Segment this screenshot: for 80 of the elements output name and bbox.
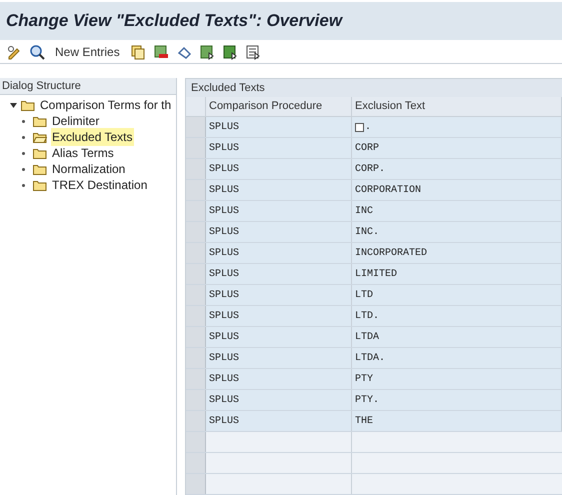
row-selector[interactable] [186,348,206,368]
cell-text: SPLUS [209,288,240,302]
folder-icon [33,180,47,190]
folder-icon [21,100,35,110]
row-selector[interactable] [186,474,206,494]
row-selector[interactable] [186,243,206,263]
cell-text: SPLUS [209,184,240,198]
row-selector[interactable] [186,180,206,200]
cell-text: INC. [355,226,380,240]
cell-text: SPLUS [209,204,240,218]
row-selector[interactable] [186,159,206,179]
deselect-all-icon[interactable] [244,44,261,60]
open-folder-icon [33,132,47,142]
folder-icon [33,148,47,158]
expand-triangle-icon[interactable] [10,102,17,108]
cell-text: SPLUS [209,394,240,408]
row-selector[interactable] [186,306,206,326]
row-selector[interactable] [186,285,206,305]
folder-icon [33,164,47,174]
row-selector[interactable] [186,390,206,410]
cell-text: SPLUS [209,226,240,240]
bullet-icon [22,120,25,122]
cell-text: SPLUS [209,310,240,324]
column-header[interactable]: Comparison Procedure [206,96,352,116]
cell-text: LTDA [355,330,380,344]
tree-item[interactable]: Alias Terms [51,144,115,162]
tree-item[interactable]: Excluded Texts [51,128,134,146]
cell-text: CORP. [355,162,386,176]
cell-text: PTY [355,372,374,386]
cell-text: LTD. [355,310,380,324]
row-selector[interactable] [186,222,206,242]
cell-text: SPLUS [209,142,240,156]
column-header[interactable]: Exclusion Text [352,96,562,116]
row-selector[interactable] [186,453,206,473]
row-selector[interactable] [186,369,206,389]
cell-text: SPLUS [209,414,240,428]
row-selector[interactable] [186,411,206,431]
table-title: Excluded Texts [191,80,265,96]
cell-text: THE [355,414,374,428]
cell-text: SPLUS [209,120,240,134]
cell-text: PTY. [355,394,380,408]
cell-text: SPLUS [209,162,240,176]
search-icon[interactable] [29,44,45,60]
cell-text: . [365,120,372,134]
row-selector[interactable] [186,117,206,137]
tree-item[interactable]: Normalization [51,160,126,178]
cell-text: LTD [355,288,374,302]
bullet-icon [22,168,25,170]
panel-title: Dialog Structure [2,78,81,94]
cell-text: SPLUS [209,372,240,386]
select-block-icon[interactable] [222,44,238,60]
cell-text: CORP [355,142,380,156]
cell-text: SPLUS [209,352,240,366]
new-entries-button[interactable]: New Entries [52,42,123,60]
window-title: Change View "Excluded Texts": Overview [6,10,342,32]
cell-text: SPLUS [209,246,240,260]
bullet-icon [22,152,25,154]
cell-text: INC [355,204,374,218]
tree-item[interactable]: Comparison Terms for th [39,96,172,114]
pencil-glasses-icon[interactable] [6,44,22,60]
cell-text: LIMITED [355,268,398,282]
folder-icon [33,116,47,126]
row-selector[interactable] [186,138,206,158]
value-help-icon[interactable] [355,122,364,132]
cell-text: CORPORATION [355,184,422,198]
bullet-icon [22,184,25,186]
row-selector[interactable] [186,327,206,347]
bullet-icon [22,136,25,138]
cell-text: SPLUS [209,330,240,344]
copy-icon[interactable] [130,44,146,60]
cell-text: INCORPORATED [355,246,428,260]
tree-item[interactable]: TREX Destination [51,176,148,194]
row-selector[interactable] [186,201,206,221]
select-all-icon[interactable] [198,44,215,60]
tree-item[interactable]: Delimiter [51,112,100,130]
cell-text: SPLUS [209,268,240,282]
cell-text: LTDA. [355,352,386,366]
delete-row-icon[interactable] [152,44,169,60]
row-selector[interactable] [186,264,206,284]
row-selector[interactable] [186,432,206,452]
